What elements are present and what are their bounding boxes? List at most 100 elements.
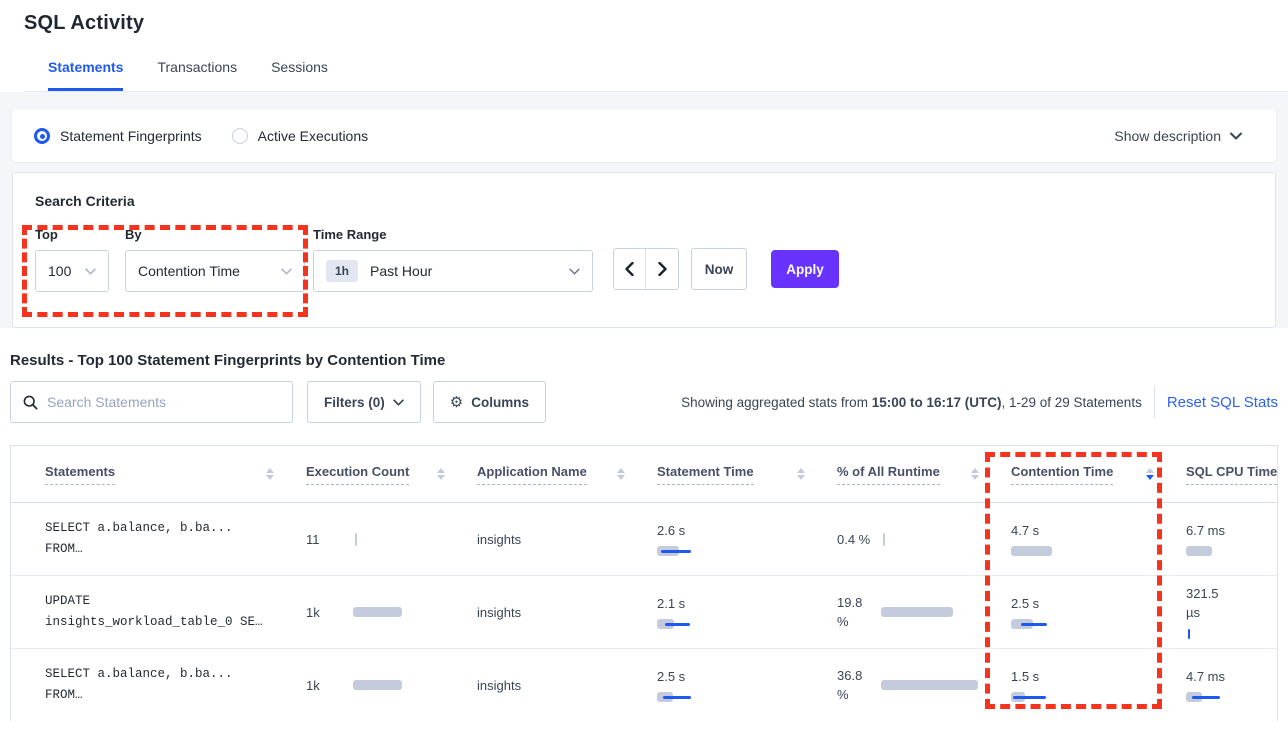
inline-value-cell: 1k <box>306 676 463 695</box>
column-header-cpu[interactable]: SQL CPU Time <box>1176 446 1278 502</box>
value-bar <box>1186 627 1278 640</box>
criteria-controls: Top 100 By Contention Time Time Range <box>35 227 1253 292</box>
chevron-down-icon <box>281 268 292 275</box>
statement-fingerprint-link[interactable]: UPDATE insights_workload_table_0 SE… <box>45 591 263 633</box>
value-bar <box>1011 545 1121 558</box>
search-statements-box <box>10 381 293 423</box>
column-header-label: Contention Time <box>1011 464 1113 485</box>
chevron-down-icon <box>569 268 580 275</box>
sort-icon[interactable] <box>1146 468 1154 480</box>
sql-activity-page: SQL Activity Statements Transactions Ses… <box>0 0 1288 735</box>
radio-unselected-icon[interactable] <box>232 128 248 144</box>
column-header-label: Application Name <box>477 464 587 485</box>
value-bar <box>881 606 991 619</box>
tab-transactions[interactable]: Transactions <box>157 59 237 91</box>
statements-table: StatementsExecution Count Application Nam… <box>10 445 1278 721</box>
sort-desc-arrow <box>971 475 979 480</box>
table-row[interactable]: SELECT a.balance, b.ba... FROM… 11 insight… <box>11 503 1277 576</box>
column-header-exec[interactable]: Execution Count <box>296 446 467 502</box>
cell-value: 6.7 ms <box>1186 521 1278 540</box>
cell-value: 1k <box>306 676 353 695</box>
cell-app: insights <box>467 649 647 721</box>
time-next-button[interactable] <box>646 249 678 289</box>
radio-active-executions[interactable]: Active Executions <box>232 128 369 144</box>
gray-tick-mark <box>883 533 885 546</box>
blue-mean-line <box>665 623 690 626</box>
table-row[interactable]: UPDATE insights_workload_table_0 SE…1kin… <box>11 576 1277 649</box>
stacked-value-cell: 2.5 s <box>657 667 767 704</box>
page-title: SQL Activity <box>24 12 1288 35</box>
radio-selected-icon[interactable] <box>34 128 50 144</box>
column-header-app[interactable]: Application Name <box>467 446 647 502</box>
cell-value: 1k <box>306 603 353 622</box>
tab-statements[interactable]: Statements <box>48 59 123 91</box>
inline-value-cell: 11 <box>306 530 463 549</box>
cell-value: 1.5 s <box>1011 667 1121 686</box>
value-bar <box>881 679 991 692</box>
by-select[interactable]: Contention Time <box>125 250 305 292</box>
chevron-down-icon <box>85 268 96 275</box>
top-select[interactable]: 100 <box>35 250 109 292</box>
column-header-stmtTime[interactable]: Statement Time <box>647 446 827 502</box>
column-header-label: SQL CPU Time <box>1186 464 1277 485</box>
sort-icon[interactable] <box>617 468 625 480</box>
sort-asc-arrow <box>617 468 625 473</box>
apply-button[interactable]: Apply <box>771 250 839 288</box>
tab-sessions[interactable]: Sessions <box>271 59 328 91</box>
column-header-statements[interactable]: Statements <box>11 446 296 502</box>
cell-value: insights <box>477 530 521 549</box>
stacked-value-cell: 321.5 µs <box>1186 584 1278 640</box>
radio-statement-fingerprints[interactable]: Statement Fingerprints <box>34 128 202 144</box>
cell-value: 0.4 % <box>837 530 881 549</box>
now-button[interactable]: Now <box>691 248 747 290</box>
time-nav-group <box>613 248 679 290</box>
value-bar <box>353 606 463 619</box>
cell-exec: 11 <box>296 503 467 575</box>
cell-value: 11 <box>306 530 353 549</box>
results-section: Results - Top 100 Statement Fingerprints… <box>0 352 1288 721</box>
gear-icon: ⚙ <box>450 393 463 411</box>
top-label: Top <box>35 227 109 242</box>
inline-value-cell: 1k <box>306 603 463 622</box>
sort-desc-arrow <box>797 475 805 480</box>
sort-icon[interactable] <box>437 468 445 480</box>
inline-value-cell: 19.8 % <box>837 593 991 631</box>
cell-value: 2.1 s <box>657 594 767 613</box>
sort-icon[interactable] <box>1277 468 1278 480</box>
reset-sql-stats-link[interactable]: Reset SQL Stats <box>1167 394 1278 411</box>
time-prev-button[interactable] <box>614 249 646 289</box>
value-bar <box>1186 691 1278 704</box>
stacked-value-cell: 4.7 ms <box>1186 667 1278 704</box>
column-header-pct[interactable]: % of All Runtime <box>827 446 1001 502</box>
cell-pct: 19.8 % <box>827 576 1001 648</box>
sort-desc-arrow <box>1146 475 1154 480</box>
search-statements-input[interactable] <box>47 394 280 410</box>
statement-fingerprint-link[interactable]: SELECT a.balance, b.ba... FROM… <box>45 518 233 560</box>
chevron-left-icon <box>625 262 634 276</box>
sort-asc-arrow <box>437 468 445 473</box>
filters-button[interactable]: Filters (0) <box>307 381 421 423</box>
statement-fingerprint-link[interactable]: SELECT a.balance, b.ba... FROM… <box>45 664 233 706</box>
show-description-toggle[interactable]: Show description <box>1114 128 1242 144</box>
cell-contention: 1.5 s <box>1001 649 1176 721</box>
by-control: By Contention Time <box>125 227 305 292</box>
sort-icon[interactable] <box>971 468 979 480</box>
filters-band: Statement Fingerprints Active Executions… <box>0 92 1288 328</box>
stacked-value-cell: 2.1 s <box>657 594 767 631</box>
table-row[interactable]: SELECT a.balance, b.ba... FROM… 1k insight… <box>11 649 1277 721</box>
sort-icon[interactable] <box>797 468 805 480</box>
sort-desc-arrow <box>1277 475 1278 480</box>
page-header: SQL Activity Statements Transactions Ses… <box>0 0 1288 92</box>
value-bar <box>353 533 463 546</box>
columns-button[interactable]: ⚙ Columns <box>433 381 546 423</box>
chevron-right-icon <box>658 262 667 276</box>
blue-mean-line <box>663 696 691 699</box>
time-range-select[interactable]: 1h Past Hour <box>313 250 593 292</box>
column-header-contention[interactable]: Contention Time <box>1001 446 1176 502</box>
sort-icon[interactable] <box>266 468 274 480</box>
time-range-label: Time Range <box>313 227 593 242</box>
stacked-value-cell: 2.6 s <box>657 521 767 558</box>
cell-value: 321.5 µs <box>1186 584 1278 622</box>
cell-statements: SELECT a.balance, b.ba... FROM… <box>11 649 296 721</box>
results-toolbar: Filters (0) ⚙ Columns Showing aggregated… <box>10 381 1278 423</box>
